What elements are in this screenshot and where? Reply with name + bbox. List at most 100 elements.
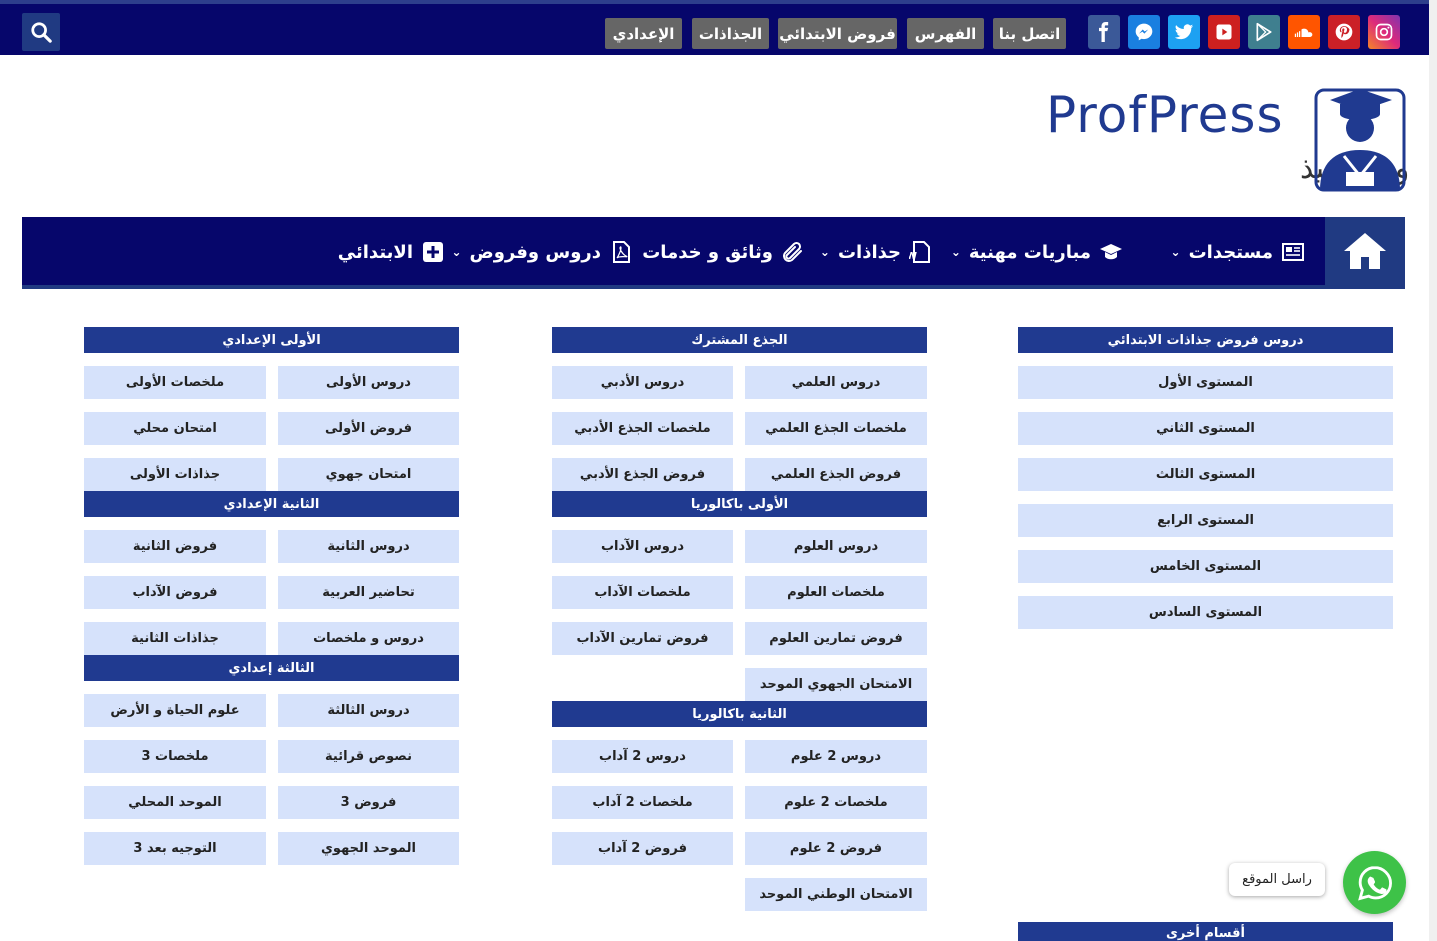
- section-heading-primary: دروس فروض جذاذات الابتدائي: [1018, 327, 1393, 353]
- home-icon: [1344, 233, 1386, 269]
- svg-text:W: W: [909, 251, 917, 262]
- section-heading-common-core: الجذع المشترك: [552, 327, 927, 353]
- link-level-6[interactable]: المستوى السادس: [1018, 596, 1393, 629]
- link-prep1-item[interactable]: ملخصات الأولى: [84, 366, 266, 399]
- link-bac1-item[interactable]: فروض تمارين العلوم: [745, 622, 927, 655]
- facebook-button[interactable]: [1088, 15, 1120, 49]
- link-prep2-item[interactable]: جذاذات الثانية: [84, 622, 266, 655]
- link-prep3-item[interactable]: فروض 3: [278, 786, 459, 819]
- link-common-core-item[interactable]: ملخصات الجذع الأدبي: [552, 412, 733, 445]
- link-bac1-item[interactable]: الامتحان الجهوي الموحد: [745, 668, 927, 701]
- section-heading-prep3: الثالثة إعدادي: [84, 655, 459, 681]
- link-prep1-item[interactable]: امتحان محلي: [84, 412, 266, 445]
- link-bac2-item[interactable]: دروس 2 علوم: [745, 740, 927, 773]
- pinterest-icon: [1335, 23, 1353, 41]
- top-link-lesson-plans[interactable]: الجذاذات: [692, 18, 769, 49]
- link-bac2-item[interactable]: الامتحان الوطني الموحد: [745, 878, 927, 911]
- link-common-core-item[interactable]: دروس الأدبي: [552, 366, 733, 399]
- nav-item-lesson-plans[interactable]: W جذاذات ⌄: [820, 237, 933, 267]
- link-prep3-item[interactable]: ملخصات 3: [84, 740, 266, 773]
- top-link-primary-tests[interactable]: فروض الابتدائي: [778, 18, 897, 49]
- section-heading-prep1: الأولى الإعدادي: [84, 327, 459, 353]
- facebook-icon: [1099, 22, 1109, 42]
- link-level-1[interactable]: المستوى الأول: [1018, 366, 1393, 399]
- link-level-4[interactable]: المستوى الرابع: [1018, 504, 1393, 537]
- page-scrollbar[interactable]: [1429, 0, 1437, 941]
- link-prep3-item[interactable]: الموحد الجهوي: [278, 832, 459, 865]
- whatsapp-tooltip[interactable]: راسل الموقع: [1229, 863, 1325, 896]
- link-bac1-item[interactable]: ملخصات العلوم: [745, 576, 927, 609]
- messenger-button[interactable]: [1128, 15, 1160, 49]
- link-prep1-item[interactable]: امتحان جهوي: [278, 458, 459, 491]
- link-bac2-item[interactable]: ملخصات 2 آداب: [552, 786, 733, 819]
- link-bac1-item[interactable]: ملخصات الآداب: [552, 576, 733, 609]
- top-link-index[interactable]: الفهرس: [907, 18, 984, 49]
- logo-brand-text: ProfPress: [1046, 86, 1284, 144]
- nav-item-label: جذاذات: [837, 241, 901, 263]
- word-file-icon: W: [909, 241, 930, 263]
- chevron-down-icon: ⌄: [819, 245, 830, 259]
- nav-item-news[interactable]: مستجدات ⌄: [1171, 237, 1306, 267]
- link-prep1-item[interactable]: دروس الأولى: [278, 366, 459, 399]
- link-bac2-item[interactable]: فروض 2 علوم: [745, 832, 927, 865]
- google-play-button[interactable]: [1248, 15, 1280, 49]
- link-common-core-item[interactable]: ملخصات الجذع العلمي: [745, 412, 927, 445]
- top-link-preparatory[interactable]: الإعدادي: [605, 18, 682, 49]
- youtube-icon: [1216, 24, 1232, 40]
- whatsapp-button[interactable]: [1343, 851, 1406, 914]
- search-icon: [31, 22, 52, 43]
- link-prep2-item[interactable]: فروض الآداب: [84, 576, 266, 609]
- nav-item-label: مستجدات: [1188, 241, 1273, 263]
- link-prep3-item[interactable]: الموحد المحلي: [84, 786, 266, 819]
- nav-item-professional-exams[interactable]: مباريات مهنية ⌄: [951, 237, 1123, 267]
- chevron-down-icon: ⌄: [950, 245, 961, 259]
- link-prep2-item[interactable]: دروس الثانية: [278, 530, 459, 563]
- section-heading-prep2: الثانية الإعدادي: [84, 491, 459, 517]
- nav-item-label: الابتدائي: [337, 241, 413, 263]
- link-prep1-item[interactable]: فروض الأولى: [278, 412, 459, 445]
- pdf-file-icon: [613, 241, 630, 263]
- link-level-3[interactable]: المستوى الثالث: [1018, 458, 1393, 491]
- nav-item-label: وثائق و خدمات: [642, 241, 773, 263]
- link-prep3-item[interactable]: نصوص قرائية: [278, 740, 459, 773]
- link-bac1-item[interactable]: دروس الآداب: [552, 530, 733, 563]
- plus-square-icon: [423, 242, 443, 262]
- link-level-2[interactable]: المستوى الثاني: [1018, 412, 1393, 445]
- pinterest-button[interactable]: [1328, 15, 1360, 49]
- paperclip-icon: [783, 241, 802, 262]
- link-common-core-item[interactable]: دروس العلمي: [745, 366, 927, 399]
- top-link-contact[interactable]: اتصل بنا: [993, 18, 1066, 49]
- link-prep3-item[interactable]: دروس الثالثة: [278, 694, 459, 727]
- youtube-button[interactable]: [1208, 15, 1240, 49]
- link-bac1-item[interactable]: فروض تمارين الآداب: [552, 622, 733, 655]
- nav-item-lessons-tests[interactable]: دروس وفروض ⌄: [451, 237, 633, 267]
- link-prep2-item[interactable]: تحاضير العربية: [278, 576, 459, 609]
- link-bac2-item[interactable]: ملخصات 2 علوم: [745, 786, 927, 819]
- instagram-button[interactable]: [1368, 15, 1400, 49]
- link-prep1-item[interactable]: جذاذات الأولى: [84, 458, 266, 491]
- home-button[interactable]: [1325, 217, 1405, 285]
- messenger-icon: [1135, 23, 1153, 41]
- link-level-5[interactable]: المستوى الخامس: [1018, 550, 1393, 583]
- nav-item-documents[interactable]: وثائق و خدمات: [642, 237, 805, 267]
- link-prep2-item[interactable]: دروس و ملخصات: [278, 622, 459, 655]
- link-bac2-item[interactable]: دروس 2 آداب: [552, 740, 733, 773]
- link-prep2-item[interactable]: فروض الثانية: [84, 530, 266, 563]
- graduate-icon: [1314, 88, 1406, 192]
- link-bac1-item[interactable]: دروس العلوم: [745, 530, 927, 563]
- link-prep3-item[interactable]: التوجيه بعد 3: [84, 832, 266, 865]
- section-heading-bac1: الأولى باكالوريا: [552, 491, 927, 517]
- nav-item-primary[interactable]: الابتدائي: [338, 237, 445, 267]
- link-prep3-item[interactable]: علوم الحياة و الأرض: [84, 694, 266, 727]
- chevron-down-icon: ⌄: [451, 245, 462, 259]
- link-bac2-item[interactable]: فروض 2 آداب: [552, 832, 733, 865]
- instagram-icon: [1375, 23, 1393, 41]
- link-common-core-item[interactable]: فروض الجذع الأدبي: [552, 458, 733, 491]
- site-logo[interactable]: ProfPress للأساتذة و التلاميذ: [1040, 86, 1437, 196]
- soundcloud-button[interactable]: [1288, 15, 1320, 49]
- google-play-icon: [1256, 22, 1272, 42]
- twitter-button[interactable]: [1168, 15, 1200, 49]
- search-button[interactable]: [22, 13, 60, 51]
- link-common-core-item[interactable]: فروض الجذع العلمي: [745, 458, 927, 491]
- chevron-down-icon: ⌄: [1170, 245, 1181, 259]
